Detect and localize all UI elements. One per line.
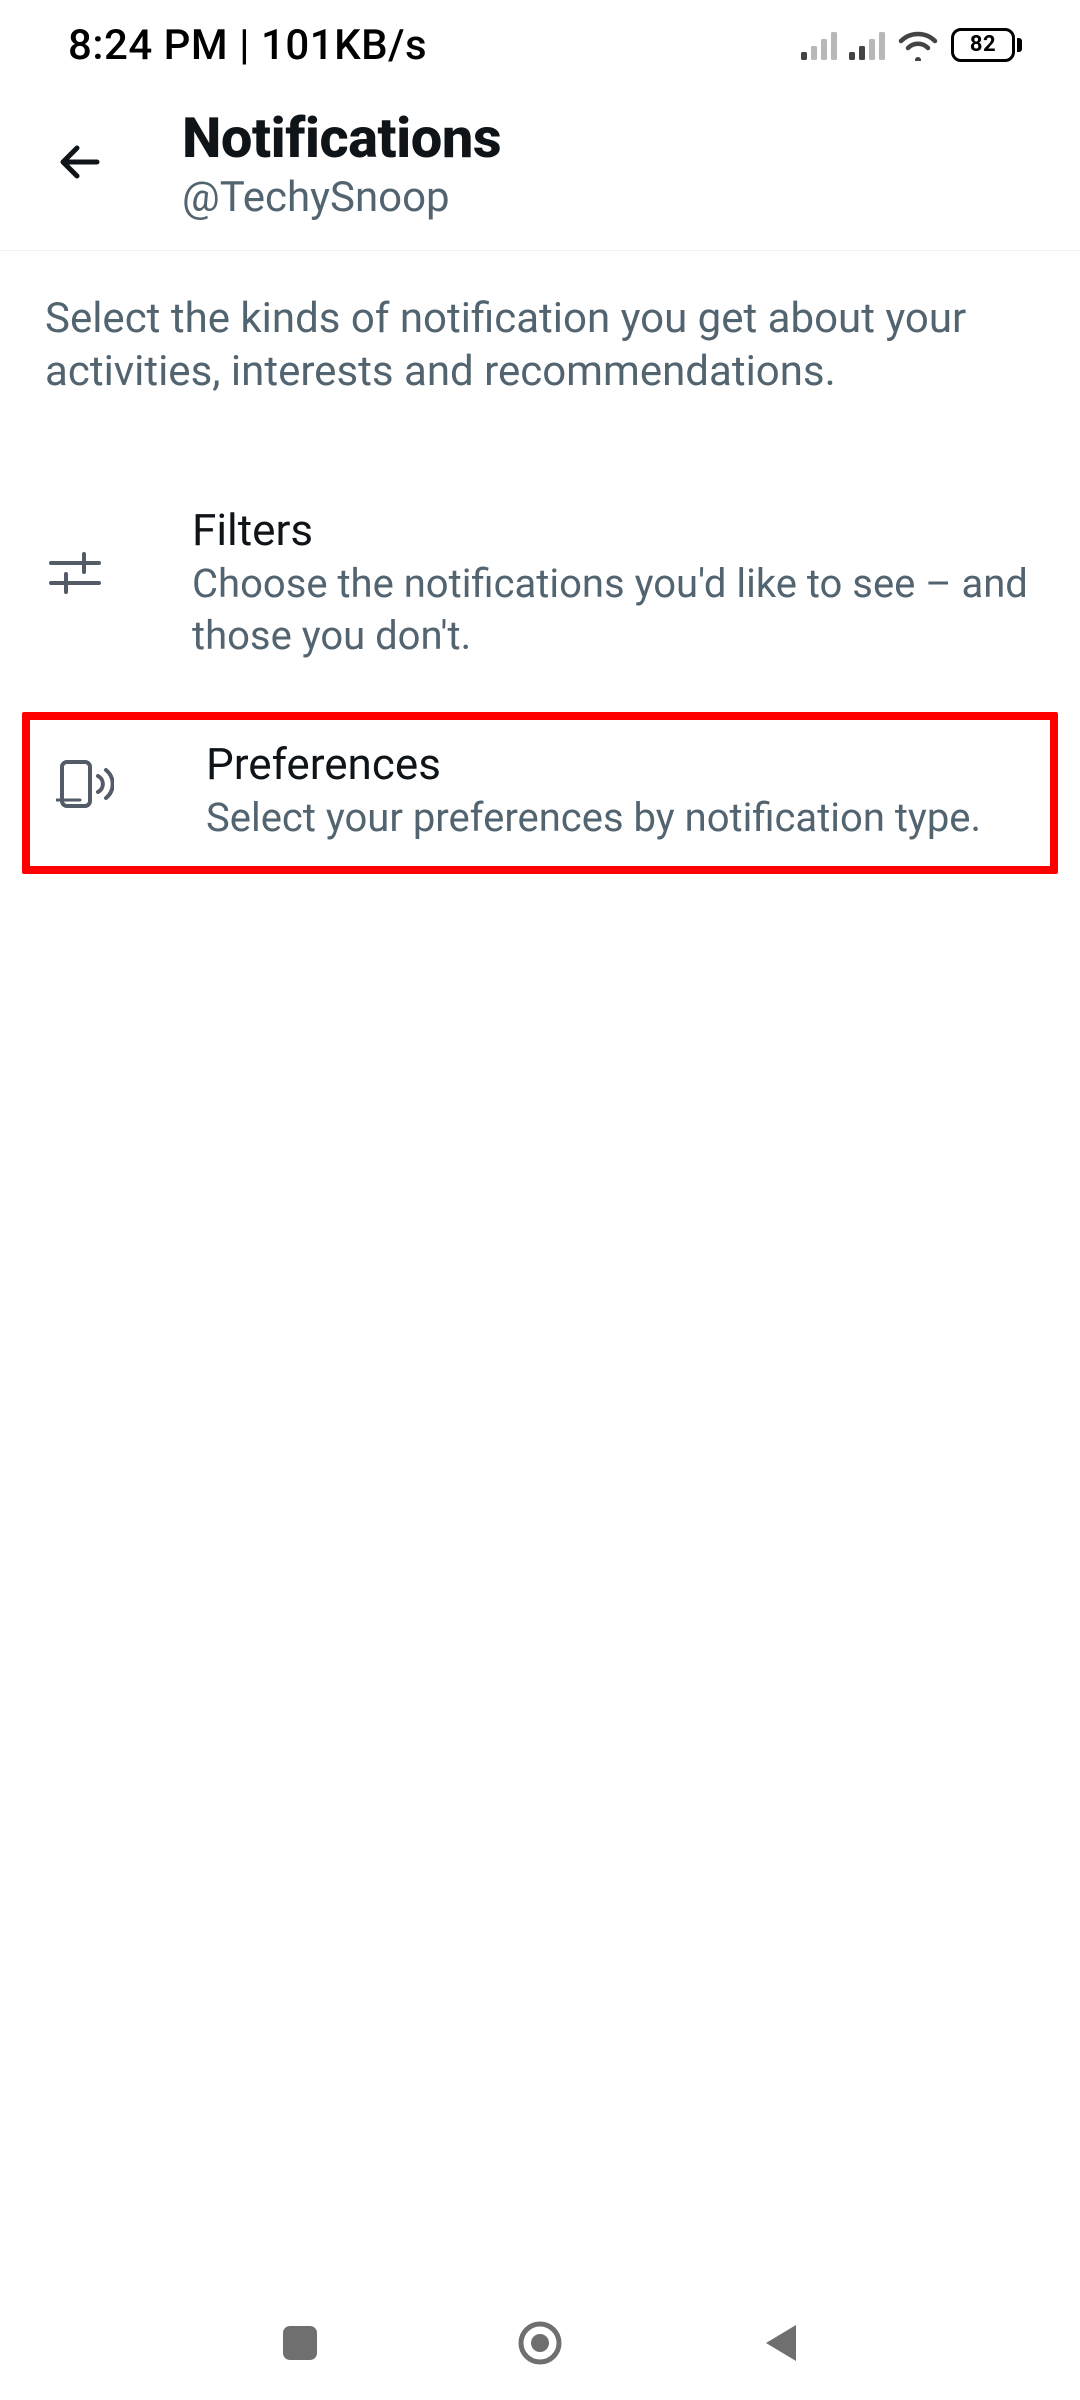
arrow-left-icon [55,137,105,191]
settings-item-desc: Select your preferences by notification … [206,792,981,844]
back-button[interactable] [40,124,120,204]
settings-item-filters[interactable]: Filters Choose the notifications you'd l… [0,476,1080,690]
phone-vibrate-icon [52,750,118,816]
nav-home-button[interactable] [510,2315,570,2375]
wifi-icon [897,29,939,61]
page-subtitle: @TechySnoop [182,173,501,222]
settings-item-title: Filters [192,504,1035,556]
page-title: Notifications [182,105,501,171]
cellular-signal-icon [801,30,837,60]
sliders-icon [42,540,108,606]
battery-icon: 82 [951,28,1022,62]
nav-recents-button[interactable] [270,2315,330,2375]
status-bar: 8:24 PM | 101KB/s [0,0,1080,90]
app-header: Notifications @TechySnoop [0,90,1080,251]
battery-level: 82 [951,28,1015,62]
settings-item-title: Preferences [206,738,981,790]
circle-icon [517,2320,563,2370]
settings-item-desc: Choose the notifications you'd like to s… [192,558,1035,662]
status-time: 8:24 PM | 101KB/s [68,21,427,70]
settings-item-preferences[interactable]: Preferences Select your preferences by n… [22,712,1058,874]
system-nav-bar [0,2290,1080,2400]
status-indicators: 82 [801,28,1022,62]
nav-back-button[interactable] [750,2315,810,2375]
cellular-signal-icon [849,30,885,60]
triangle-left-icon [760,2321,800,2369]
square-icon [281,2324,319,2366]
page-description: Select the kinds of notification you get… [0,251,1080,428]
settings-list: Filters Choose the notifications you'd l… [0,428,1080,874]
